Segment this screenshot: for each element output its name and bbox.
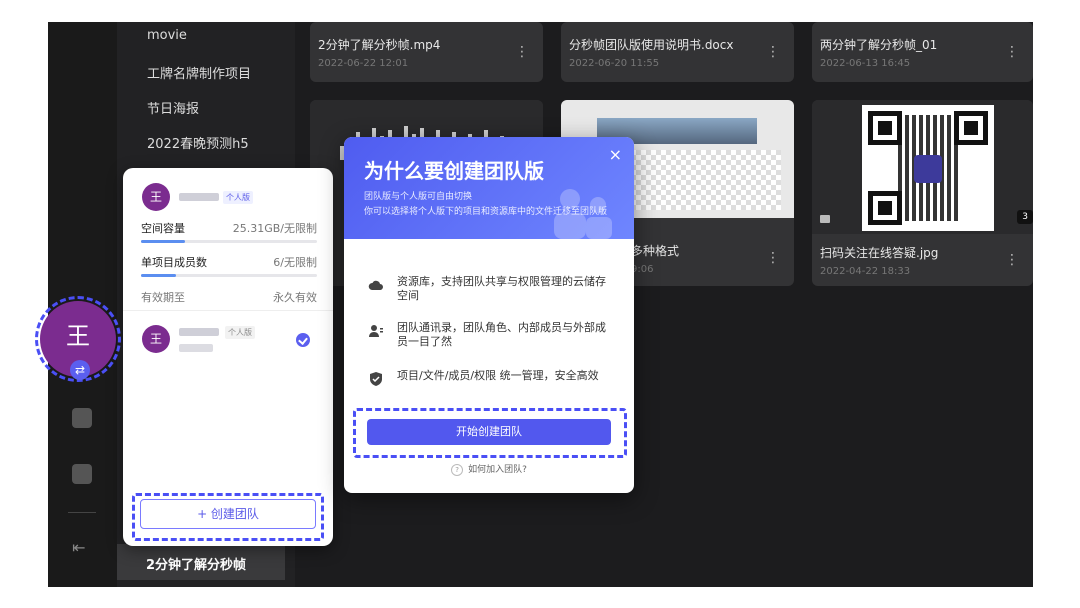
file-name: 分秒帧团队版使用说明书.docx [569, 38, 734, 52]
file-card[interactable]: 2分钟了解分秒帧.mp4 2022-06-22 12:01 ⋮ [310, 22, 543, 82]
switch-account-icon[interactable]: ⇄ [70, 360, 90, 380]
modal-subtitle: 团队版与个人版可自由切换 [364, 192, 473, 202]
more-icon[interactable]: ⋮ [1005, 252, 1019, 268]
user-name [179, 328, 219, 336]
project-item[interactable]: 2022春晚预测h5 [147, 133, 249, 152]
comment-badge: 3 [1017, 210, 1033, 224]
file-name: 两分钟了解分秒帧_01 [820, 38, 938, 52]
file-date: 2022-06-13 16:45 [820, 58, 911, 69]
document-icon[interactable] [72, 464, 92, 484]
feature-text: 团队通讯录，团队角色、内部成员与外部成员一目了然 [397, 321, 606, 348]
expiry-label: 有效期至 [141, 291, 185, 304]
file-date: 2022-06-22 12:01 [318, 58, 409, 69]
file-date: 2022-06-20 11:55 [569, 58, 660, 69]
project-item-active[interactable]: 2分钟了解分秒帧 [117, 544, 285, 580]
shield-icon [370, 372, 382, 386]
storage-label: 空间容量 [141, 222, 185, 235]
feature-text: 项目/文件/成员/权限 统一管理，安全高效 [397, 369, 599, 382]
more-icon[interactable]: ⋮ [766, 44, 780, 60]
storage-bar [141, 240, 317, 243]
plan-tag: 个人版 [225, 326, 255, 339]
more-icon[interactable]: ⋮ [1005, 44, 1019, 60]
more-icon[interactable]: ⋮ [515, 44, 529, 60]
collapse-sidebar-icon[interactable]: ⇤ [72, 538, 85, 557]
image-type-icon [820, 215, 830, 223]
file-date: 9:06 [631, 264, 654, 275]
cloud-icon [368, 280, 383, 290]
highlight-outline [353, 408, 627, 458]
settings-icon[interactable] [72, 408, 92, 428]
join-team-link-label: 如何加入团队? [468, 465, 527, 475]
help-icon: ? [451, 463, 464, 476]
team-illustration-icon [554, 189, 612, 239]
file-card[interactable]: 两分钟了解分秒帧_01 2022-06-13 16:45 ⋮ [812, 22, 1033, 82]
plan-tag: 个人版 [223, 191, 253, 204]
storage-fill [141, 240, 185, 243]
project-item[interactable]: movie [147, 28, 187, 43]
members-fill [141, 274, 177, 277]
close-icon[interactable]: × [609, 145, 622, 164]
file-name: 2分钟了解分秒帧.mp4 [318, 38, 441, 52]
file-date: 2022-04-22 18:33 [820, 266, 911, 277]
qr-finder [868, 111, 902, 145]
modal-header: 为什么要创建团队版 团队版与个人版可自由切换 你可以选择将个人版下的项目和资源库… [344, 137, 634, 239]
avatar: 王 [142, 325, 170, 353]
qr-finder [868, 191, 902, 225]
file-name: 多种格式 [631, 244, 680, 258]
file-name: 扫码关注在线答疑.jpg [820, 246, 939, 260]
qr-code [862, 105, 994, 231]
feature-text: 资源库，支持团队共享与权限管理的云储存空间 [397, 275, 606, 302]
file-card[interactable]: 分秒帧团队版使用说明书.docx 2022-06-20 11:55 ⋮ [561, 22, 794, 82]
members-value: 6/无限制 [273, 256, 317, 269]
project-item[interactable]: 工牌名牌制作项目 [147, 63, 251, 82]
storage-value: 25.31GB/无限制 [232, 222, 317, 235]
highlight-outline [132, 493, 324, 541]
members-bar [141, 274, 317, 277]
app-logo-icon [914, 155, 942, 183]
qr-finder [954, 111, 988, 145]
more-icon[interactable]: ⋮ [766, 250, 780, 266]
transparent-pattern [631, 150, 781, 210]
join-team-link[interactable]: ? 如何加入团队? [344, 462, 634, 476]
expiry-value: 永久有效 [273, 291, 317, 304]
file-card[interactable]: 3 扫码关注在线答疑.jpg 2022-04-22 18:33 ⋮ [812, 100, 1033, 286]
account-popover: 王 个人版 空间容量 25.31GB/无限制 单项目成员数 6/无限制 有效期至… [123, 168, 333, 546]
modal-title: 为什么要创建团队版 [364, 159, 544, 183]
rail-divider [68, 512, 96, 513]
user-name [179, 193, 219, 201]
project-item-label: 2分钟了解分秒帧 [146, 558, 247, 573]
divider [123, 310, 333, 311]
members-label: 单项目成员数 [141, 256, 207, 269]
image-thumbnail: 3 [812, 100, 1033, 234]
selected-check-icon [296, 333, 310, 347]
contacts-icon [369, 325, 383, 337]
avatar: 王 [142, 183, 170, 211]
project-item[interactable]: 节日海报 [147, 98, 199, 117]
user-id [179, 344, 213, 352]
